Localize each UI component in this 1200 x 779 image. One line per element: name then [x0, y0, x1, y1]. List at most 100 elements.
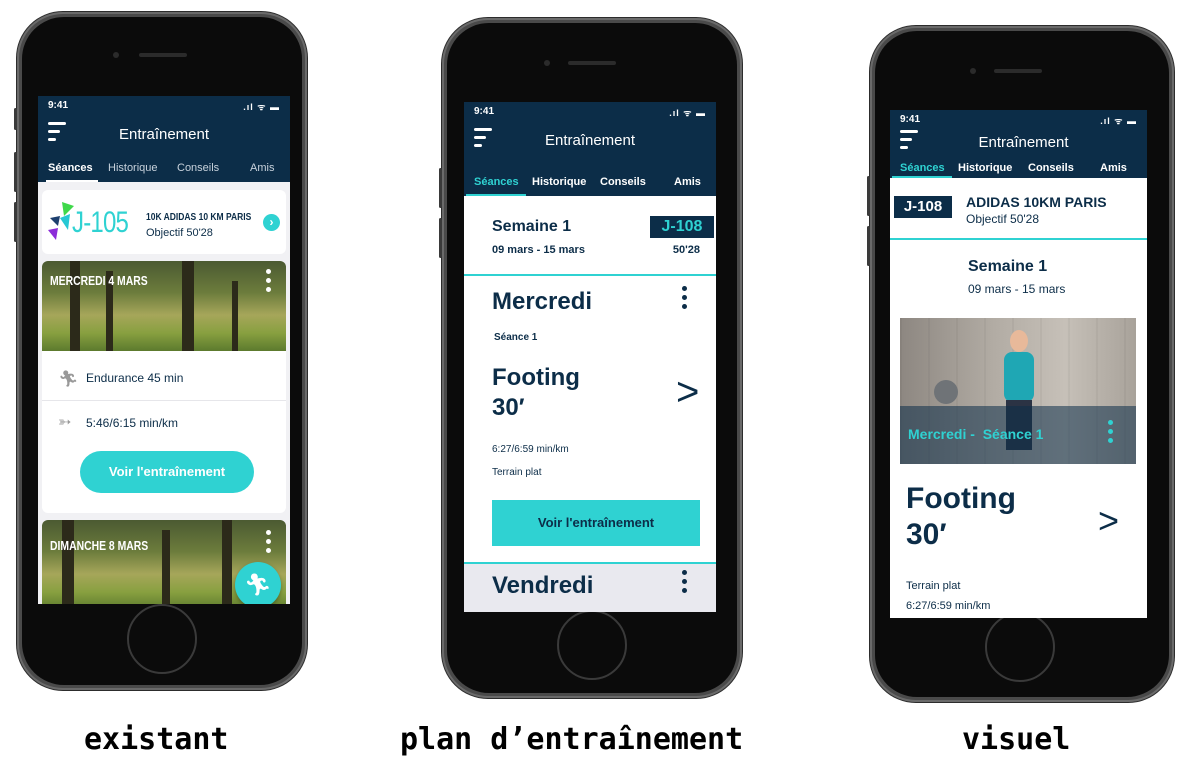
view-workout-button[interactable]: Voir l'entraînement: [80, 451, 254, 493]
home-button[interactable]: [127, 604, 197, 674]
more-options-icon[interactable]: [266, 530, 272, 557]
tab-seances[interactable]: Séances: [900, 162, 945, 174]
tab-conseils[interactable]: Conseils: [1028, 162, 1074, 174]
tab-amis[interactable]: Amis: [674, 176, 701, 188]
race-goal: Objectif 50'28: [146, 227, 213, 239]
app-bar: Entraînement: [890, 130, 1147, 160]
tab-bar: Séances Historique Conseils Amis: [464, 170, 716, 196]
status-time: 9:41: [48, 100, 69, 111]
workout-line-1: Footing: [906, 482, 1016, 515]
caption-existant: existant: [84, 722, 229, 757]
tab-historique[interactable]: Historique: [958, 162, 1012, 174]
more-options-icon[interactable]: [682, 570, 688, 597]
front-camera: [113, 52, 119, 58]
next-day-row: Vendredi: [464, 562, 716, 612]
home-button[interactable]: [985, 612, 1055, 682]
week-title: Semaine 1: [492, 218, 572, 235]
status-bar: 9:41 .ıl ᯤ ▬: [890, 110, 1147, 130]
tab-conseils[interactable]: Conseils: [600, 176, 646, 188]
side-button: [14, 108, 17, 130]
chevron-right-icon[interactable]: ›: [263, 214, 280, 231]
status-bar: 9:41 .ıl ᯤ ▬: [464, 102, 716, 122]
earpiece-speaker: [994, 69, 1042, 73]
chevron-right-icon[interactable]: >: [676, 370, 699, 415]
view-workout-button[interactable]: Voir l'entraînement: [492, 500, 700, 546]
more-options-icon[interactable]: [266, 269, 272, 296]
terrain-label: Terrain plat: [492, 467, 542, 478]
tab-conseils[interactable]: Conseils: [177, 162, 219, 174]
tab-amis[interactable]: Amis: [250, 162, 274, 174]
phone-plan: 9:41 .ıl ᯤ ▬ Entraînement Séances Histor…: [439, 18, 742, 698]
race-banner: J-108 ADIDAS 10KM PARIS Objectif 50'28: [890, 178, 1147, 240]
app-title: Entraînement: [544, 132, 636, 149]
dumbbell-icon: [934, 380, 958, 404]
pace-label: 5:46/6:15 min/km: [86, 416, 179, 430]
pace-row: ➳ 5:46/6:15 min/km: [42, 402, 286, 446]
tab-bar: Séances Historique Conseils Amis: [890, 160, 1147, 178]
caption-visuel: visuel: [962, 722, 1071, 757]
status-time: 9:41: [474, 106, 495, 117]
caption-plan: plan d’entraînement: [400, 722, 744, 757]
workout-line-1: Footing: [492, 364, 580, 391]
home-button[interactable]: [557, 610, 627, 680]
countdown-label: J-105: [72, 206, 129, 239]
volume-up-button: [14, 152, 17, 192]
runner-icon: 🏃︎: [58, 371, 79, 388]
session-label: Séance 1: [494, 332, 538, 343]
earpiece-speaker: [568, 61, 616, 65]
more-options-icon[interactable]: [682, 286, 688, 313]
signal-wifi-battery-icon: .ıl ᯤ ▬: [243, 102, 280, 112]
volume-down-button: [867, 226, 870, 266]
app-header: 9:41 .ıl ᯤ ▬ Entraînement Séances Histor…: [890, 110, 1147, 178]
phone-existant: 9:41 .ıl ᯤ ▬ Entraînement Séances Histor…: [14, 12, 307, 690]
pace-icon: ➳: [58, 414, 72, 431]
next-day-title: Vendredi: [492, 572, 594, 599]
terrain-label: Terrain plat: [906, 580, 961, 592]
start-run-fab[interactable]: 🏃︎: [235, 562, 281, 604]
phone-visuel: 9:41 .ıl ᯤ ▬ Entraînement Séances Histor…: [867, 26, 1174, 702]
race-name: ADIDAS 10KM PARIS: [966, 194, 1107, 210]
more-options-icon[interactable]: [1108, 420, 1114, 447]
front-camera: [544, 60, 550, 66]
week-header: Semaine 1 09 mars - 15 mars J-108 50'28: [464, 196, 716, 276]
session-date: MERCREDI 4 MARS: [50, 273, 148, 288]
volume-up-button: [439, 168, 442, 208]
status-bar: 9:41 .ıl ᯤ ▬: [38, 96, 290, 116]
signal-wifi-battery-icon: .ıl ᯤ ▬: [1100, 116, 1137, 126]
screen: 9:41 .ıl ᯤ ▬ Entraînement Séances Histor…: [38, 96, 290, 604]
race-goal: Objectif 50'28: [966, 212, 1040, 226]
race-name: 10K ADIDAS 10 KM PARIS: [146, 212, 252, 223]
app-title: Entraînement: [978, 134, 1069, 151]
runner-photo: Mercredi - Séance 1: [900, 318, 1136, 464]
countdown-badge: J-108: [894, 196, 952, 218]
week-title: Semaine 1: [968, 258, 1048, 275]
app-bar: Entraînement: [38, 116, 290, 156]
status-time: 9:41: [900, 114, 921, 125]
session-overlay-label: Mercredi - Séance 1: [908, 426, 1044, 442]
workout-line-2: 30′: [906, 518, 947, 551]
tab-historique[interactable]: Historique: [108, 162, 158, 174]
session-date: DIMANCHE 8 MARS: [50, 538, 149, 553]
app-title: Entraînement: [118, 126, 210, 143]
tab-amis[interactable]: Amis: [1100, 162, 1127, 174]
volume-down-button: [14, 202, 17, 242]
screen: 9:41 .ıl ᯤ ▬ Entraînement Séances Histor…: [464, 102, 716, 612]
day-title: Mercredi: [492, 288, 593, 315]
week-dates: 09 mars - 15 mars: [492, 244, 585, 256]
volume-up-button: [867, 176, 870, 216]
tab-seances[interactable]: Séances: [48, 162, 93, 174]
countdown-badge: J-108: [650, 216, 714, 238]
tab-seances[interactable]: Séances: [474, 176, 519, 188]
earpiece-speaker: [139, 53, 187, 57]
activity-row: 🏃︎ Endurance 45 min: [42, 357, 286, 401]
screen: 9:41 .ıl ᯤ ▬ Entraînement Séances Histor…: [890, 110, 1147, 618]
workout-line-2: 30′: [492, 394, 525, 421]
activity-label: Endurance 45 min: [86, 371, 184, 385]
race-card[interactable]: J-105 10K ADIDAS 10 KM PARIS Objectif 50…: [42, 190, 286, 254]
front-camera: [970, 68, 976, 74]
tab-historique[interactable]: Historique: [532, 176, 586, 188]
volume-down-button: [439, 218, 442, 258]
app-bar: Entraînement: [464, 122, 716, 170]
chevron-right-icon[interactable]: >: [1098, 500, 1119, 542]
tab-bar: Séances Historique Conseils Amis: [38, 156, 290, 182]
